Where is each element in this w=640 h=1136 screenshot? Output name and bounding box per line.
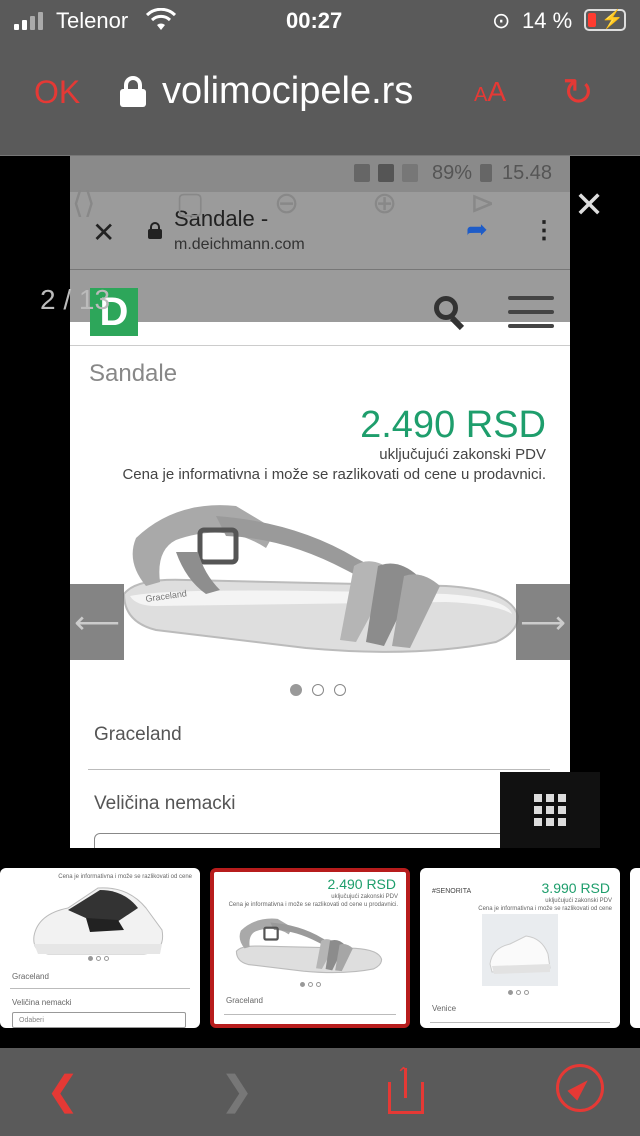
close-viewer-button[interactable]: ✕ [574, 184, 604, 226]
thumbnail-strip: Cena je informativna i može se razlikova… [0, 848, 640, 1048]
signal-icon [14, 12, 43, 30]
share-button[interactable]: ⌃ [386, 1064, 426, 1116]
thumbnail-3[interactable]: #SENORITA 3.990 RSD uključujući zakonski… [420, 868, 620, 1028]
back-button[interactable]: ❮ [46, 1068, 80, 1114]
thumb-brand: Graceland [12, 972, 49, 981]
share-icon[interactable]: ⟨⟩ [72, 186, 95, 221]
image-counter: 2 / 13 [40, 284, 111, 315]
text-size-button[interactable]: AA [474, 76, 506, 108]
product-name: Sandale [89, 360, 178, 387]
wifi-icon [354, 164, 370, 182]
sneaker-image [33, 887, 164, 955]
compass-icon[interactable] [556, 1064, 604, 1112]
grid-icon [534, 794, 566, 826]
product-price: 2.490 RSD [360, 404, 546, 446]
zoom-out-icon[interactable]: ⊖ [274, 186, 299, 221]
lock-icon [120, 76, 146, 107]
lock-icon [148, 222, 162, 239]
menu-icon [508, 296, 554, 328]
play-icon[interactable]: ⊳ [470, 186, 495, 221]
site-header [70, 270, 570, 322]
url-domain[interactable]: volimocipele.rs [162, 70, 454, 113]
thumb-logo-text: #SENORITA [432, 888, 472, 895]
thumbnail-2[interactable]: 2.490 RSD uključujući zakonski PDV Cena … [210, 868, 410, 1028]
forward-button[interactable]: ❯ [220, 1068, 254, 1114]
brand-name: Graceland [94, 724, 182, 745]
size-select [94, 833, 554, 848]
thumb-brand: Graceland [226, 996, 263, 1005]
divider [430, 1022, 610, 1023]
search-icon [434, 296, 465, 331]
thumb-vat-note: uključujući zakonski PDV [331, 894, 398, 900]
thumb-price: 3.990 RSD [541, 880, 610, 896]
thumb-size-select: Odaberi [12, 1012, 186, 1028]
thumb-product-photo [482, 914, 558, 986]
browser-toolbar: ❮ ❯ ⌃ [0, 1048, 640, 1136]
grid-view-button[interactable] [500, 772, 600, 848]
divider [10, 988, 190, 989]
signal-icon [402, 164, 418, 182]
divider [88, 769, 550, 770]
screenshot-battery: 89% [432, 162, 473, 184]
next-image-button[interactable]: ⟶ [516, 584, 570, 660]
thumb-price: 2.490 RSD [327, 876, 396, 892]
vat-note: uključujući zakonski PDV [379, 446, 546, 463]
browser-address-bar: OK volimocipele.rs AA ↻ [0, 40, 640, 156]
clock: 00:27 [286, 8, 343, 33]
thumbnail-1[interactable]: Cena je informativna i može se razlikova… [0, 868, 200, 1028]
status-bar: Telenor 00:27 ⊙ 14 % ⚡ [0, 0, 640, 40]
reload-icon[interactable]: ↻ [562, 70, 594, 115]
more-icon: ⋮ [532, 217, 556, 244]
wifi-icon [145, 7, 177, 38]
sim-icon [378, 164, 394, 182]
product-screenshot: 89% 15.48 ✕ Sandale - m.deichmann.com ➦ … [70, 156, 570, 848]
price-note: Cena je informativna i može se razlikova… [122, 466, 546, 483]
previous-image-button[interactable]: ⟵ [70, 584, 124, 660]
carrier-name: Telenor [56, 8, 129, 33]
rotation-lock-icon: ⊙ [492, 8, 511, 33]
thumb-price-note: Cena je informativna i može se razlikova… [478, 906, 612, 912]
divider [224, 1014, 396, 1015]
battery-icon [480, 164, 492, 182]
size-label: Veličina nemacki [94, 793, 236, 814]
thumb-brand: Venice [432, 1004, 457, 1013]
screenshot-clock: 15.48 [502, 162, 553, 184]
zoom-in-icon[interactable]: ⊕ [372, 186, 397, 221]
divider [70, 345, 570, 346]
sandal-image [235, 918, 383, 974]
image-viewer: 89% 15.48 ✕ Sandale - m.deichmann.com ➦ … [0, 156, 640, 848]
thumb-pager [88, 956, 109, 961]
close-icon: ✕ [92, 217, 116, 248]
thumb-pager [508, 990, 529, 995]
screen: Telenor 00:27 ⊙ 14 % ⚡ OK volimocipele.r… [0, 0, 640, 1136]
thumbnail-4[interactable] [630, 868, 640, 1028]
crop-icon[interactable]: ▢ [176, 186, 204, 221]
thumb-vat-note: uključujući zakonski PDV [545, 898, 612, 904]
sandal-image: Graceland [122, 505, 520, 653]
thumb-pager [300, 982, 321, 987]
battery-percent: 14 % [522, 8, 573, 33]
thumb-size-label: Veličina nemacki [12, 998, 72, 1007]
battery-icon: ⚡ [584, 9, 626, 31]
done-button[interactable]: OK [34, 74, 80, 111]
host-name: m.deichmann.com [174, 236, 305, 253]
image-pager [290, 684, 346, 696]
thumb-price-note: Cena je informativna i može se razlikova… [228, 902, 398, 908]
